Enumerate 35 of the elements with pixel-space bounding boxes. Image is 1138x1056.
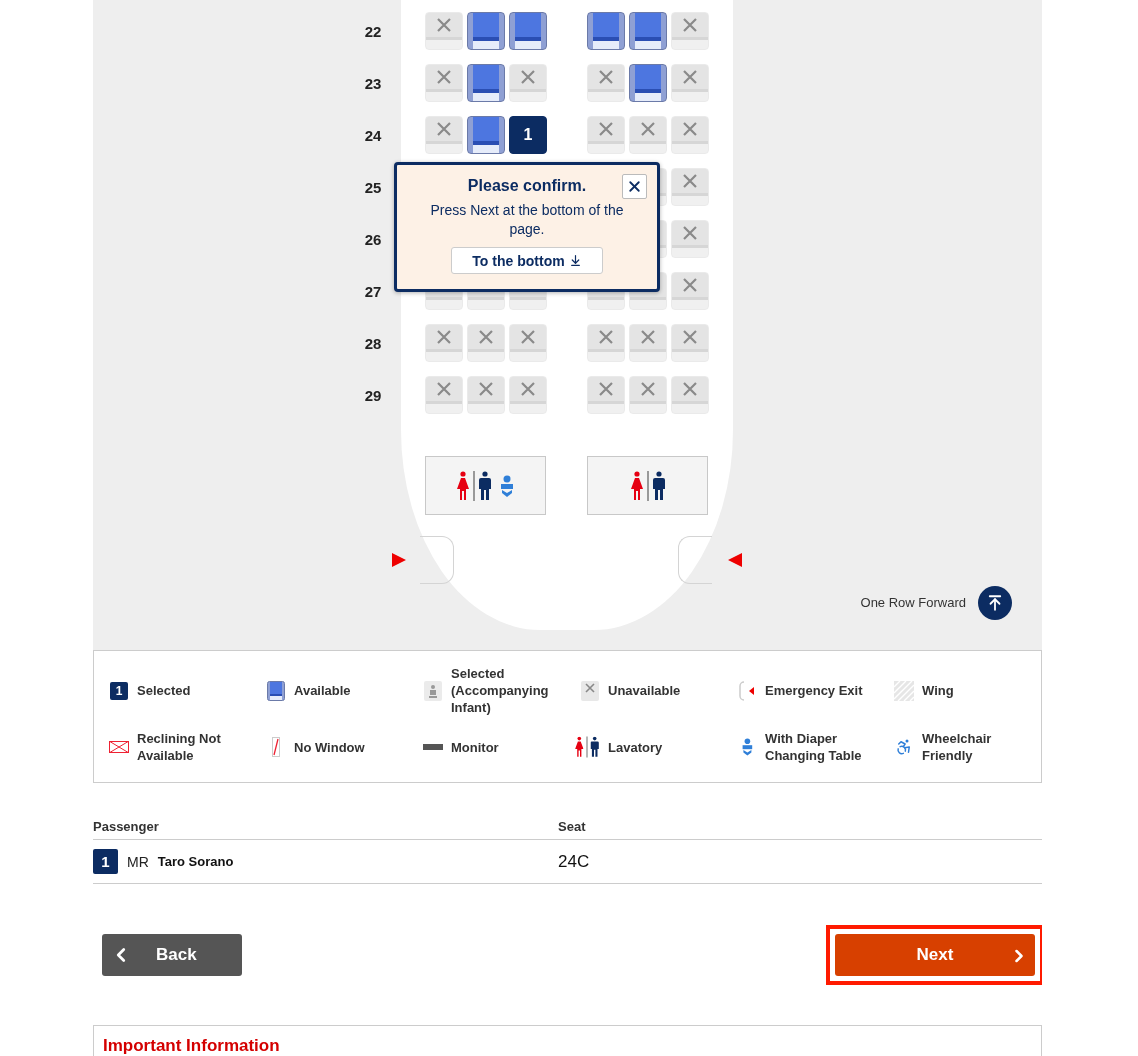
legend-label: Monitor (451, 738, 500, 756)
legend-label: Lavatory (608, 738, 664, 756)
popup-message: Press Next at the bottom of the page. (429, 201, 625, 239)
legend-label: Available (294, 682, 352, 699)
seat-badge: 1 (110, 681, 128, 700)
popup-title: Please confirm. (467, 177, 587, 195)
row-number: 25 (363, 178, 383, 196)
legend-label: Selected (137, 682, 192, 699)
seat[interactable]: 1 (509, 116, 547, 154)
legend-label: Unavailable (608, 682, 682, 699)
to-bottom-button[interactable]: To the bottom (451, 247, 603, 274)
next-button[interactable]: Next (835, 934, 1035, 976)
column-header: Seat (558, 818, 587, 834)
back-button[interactable]: Back (102, 934, 242, 976)
info-title: Important Information (94, 1026, 1041, 1056)
legend-label: Emergency Exit (765, 682, 864, 699)
one-row-forward-label: One Row Forward (860, 594, 966, 612)
row-number: 24 (363, 126, 383, 144)
row-number: 27 (363, 282, 383, 300)
column-header: Passenger (93, 818, 160, 834)
passenger-name: Taro Sorano (157, 854, 234, 869)
passenger-badge: 1 (93, 849, 118, 874)
passenger-title: MR (127, 853, 149, 870)
legend-label: Reclining Not Available (137, 730, 222, 764)
legend-label: No Window (294, 738, 366, 756)
seat-number: 24C (558, 851, 591, 872)
row-number: 29 (363, 386, 383, 404)
row-number: 23 (363, 74, 383, 92)
legend-label: Wheelchair Friendly (922, 730, 993, 764)
legend-label: With Diaper Changing Table (765, 730, 863, 764)
row-number: 26 (363, 230, 383, 248)
legend-label: Selected (Accompanying Infant) (451, 665, 550, 716)
row-number: 22 (363, 22, 383, 40)
row-number: 28 (363, 334, 383, 352)
legend-label: Wing (922, 682, 955, 699)
